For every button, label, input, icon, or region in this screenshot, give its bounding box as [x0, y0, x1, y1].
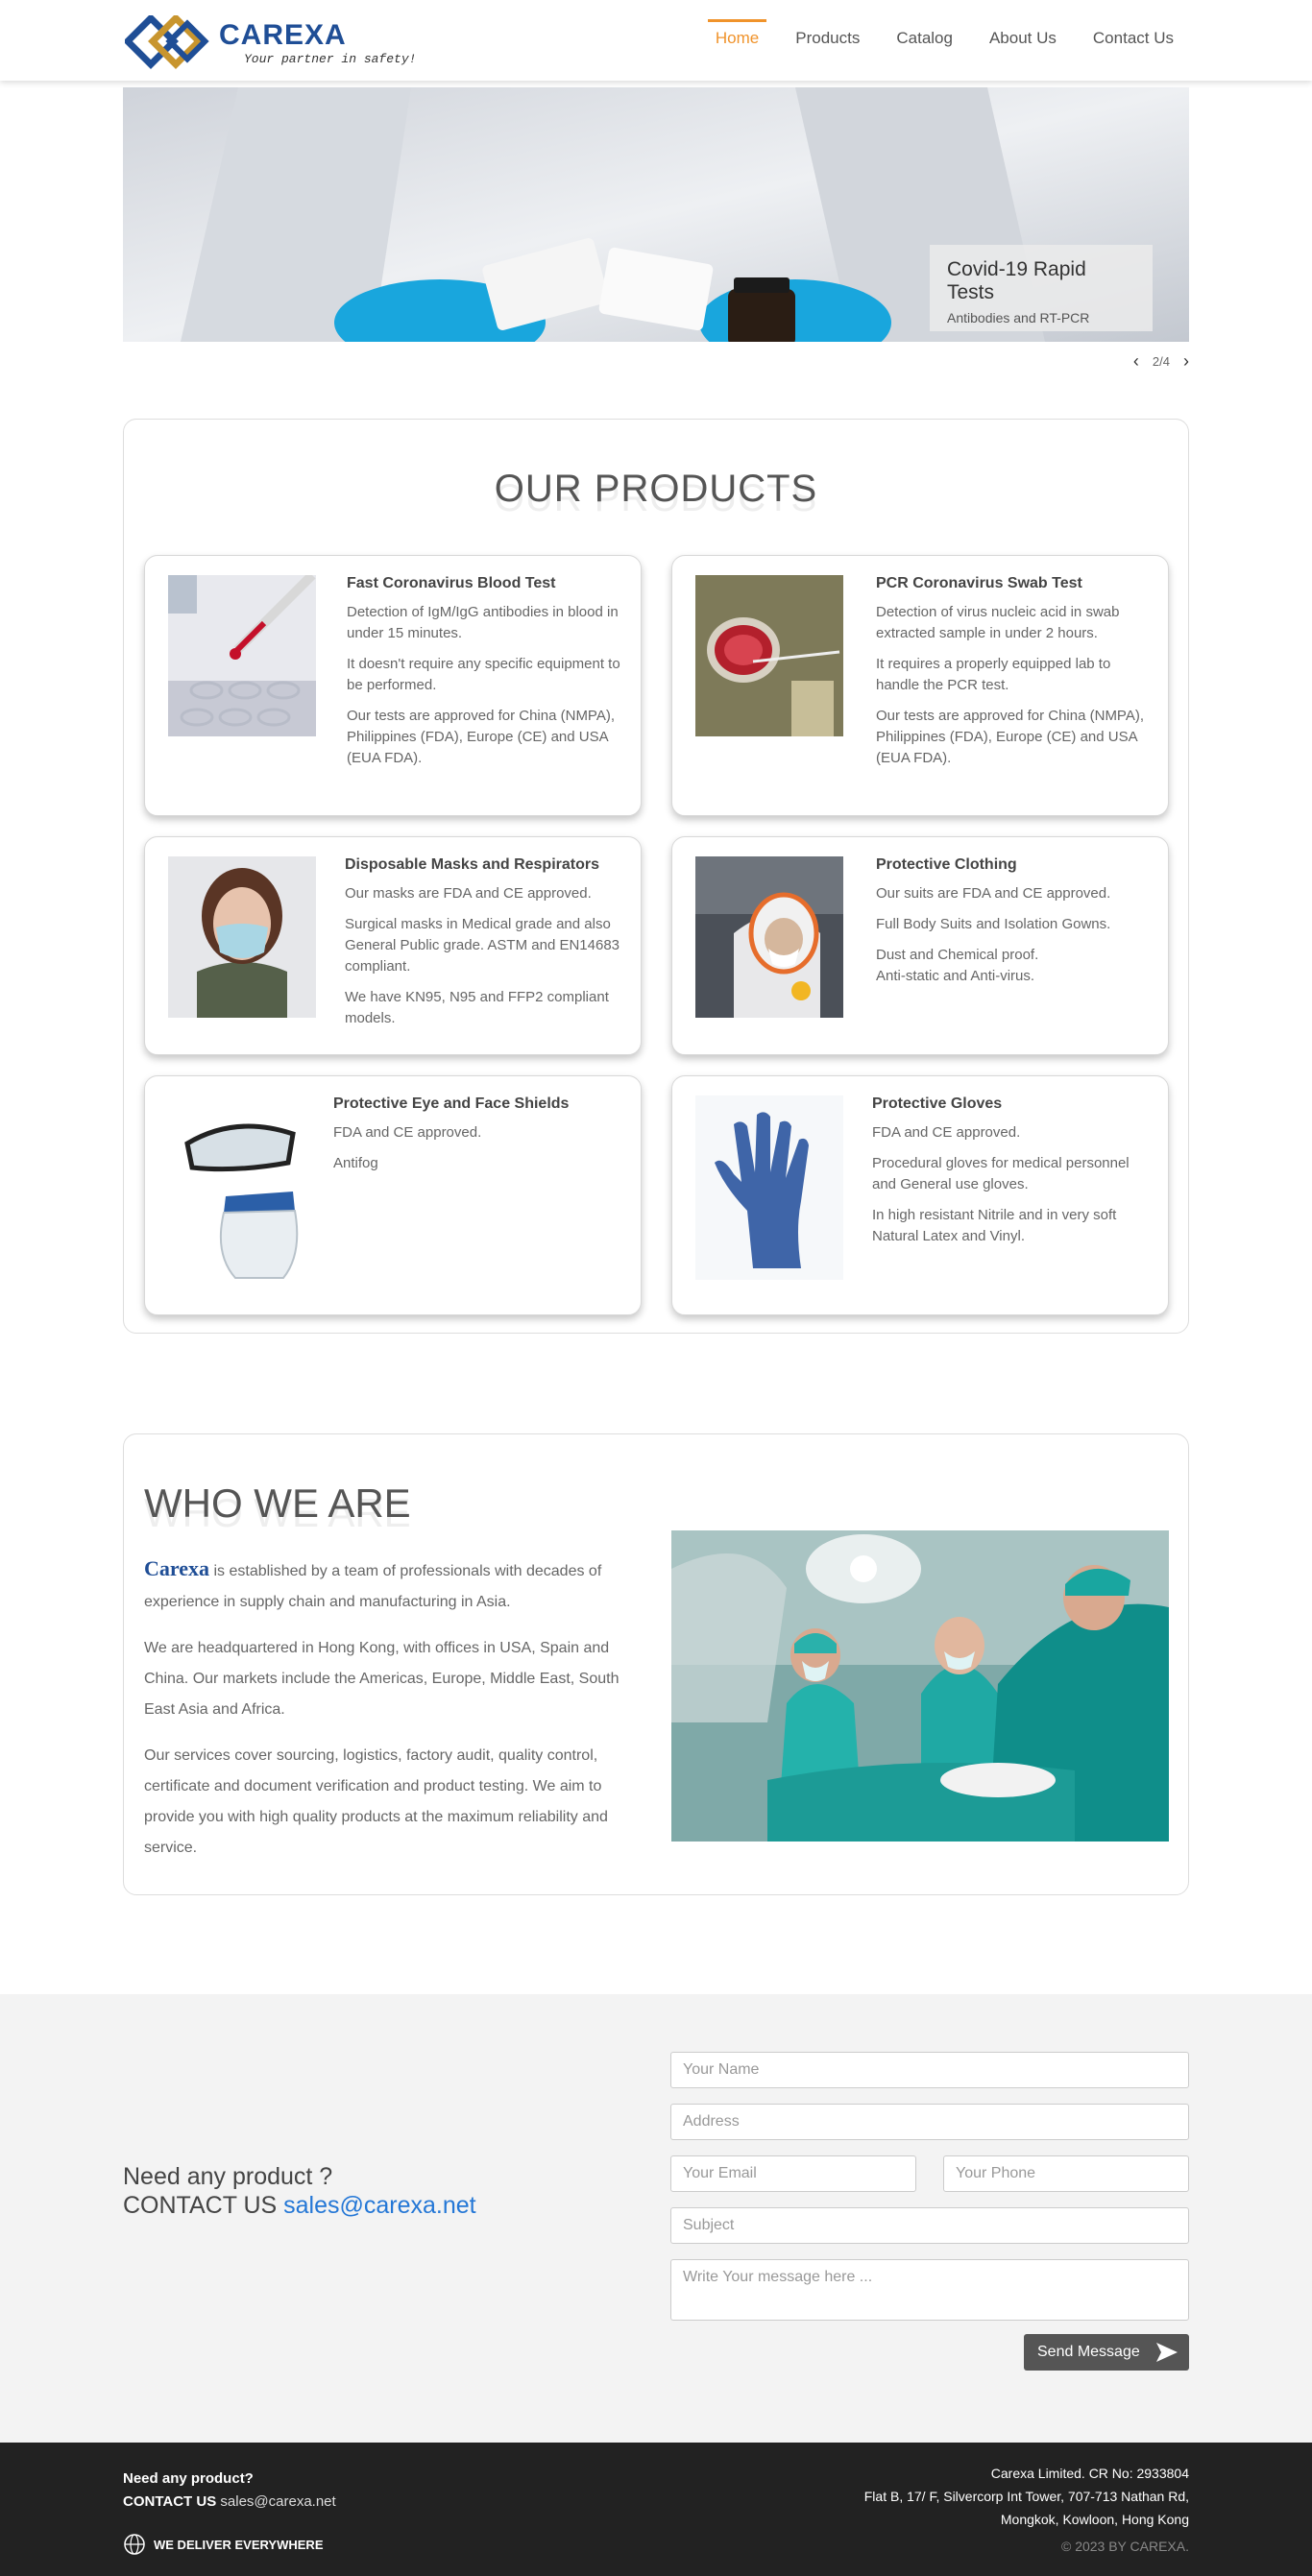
email-field[interactable]: Your Email: [670, 2155, 916, 2192]
footer-need: Need any product?: [123, 2470, 254, 2487]
product-card-blood-test[interactable]: Fast Coronavirus Blood Test Detection of…: [144, 555, 642, 816]
send-message-button[interactable]: Send Message: [1024, 2334, 1189, 2371]
logo-diamond-icon: [125, 15, 209, 69]
nav-products[interactable]: Products: [788, 19, 867, 58]
product-desc: Dust and Chemical proof.: [876, 947, 1039, 963]
product-desc: Detection of virus nucleic acid in swab …: [876, 604, 1120, 641]
send-arrow-icon: [1156, 2343, 1178, 2362]
glove-image: [695, 1095, 843, 1280]
contact-line-1: Need any product ?: [123, 2163, 333, 2190]
footer-address: Carexa Limited. CR No: 2933804 Flat B, 1…: [864, 2462, 1189, 2531]
who-paragraph-3: Our services cover sourcing, logistics, …: [144, 1747, 608, 1856]
site-header: CAREXA Your partner in safety! Home Prod…: [0, 0, 1312, 81]
footer-contact: Need any product? CONTACT US sales@carex…: [123, 2468, 336, 2514]
product-card-face-shields[interactable]: Protective Eye and Face Shields FDA and …: [144, 1075, 642, 1315]
brand-name: CAREXA: [219, 19, 347, 51]
nav-contact-us[interactable]: Contact Us: [1085, 19, 1181, 58]
mask-image: [168, 856, 316, 1018]
hero-caption: Covid-19 Rapid Tests Antibodies and RT-P…: [930, 245, 1153, 331]
footer-copyright: © 2023 BY CAREXA.: [1060, 2539, 1189, 2554]
brand-inline: Carexa: [144, 1556, 210, 1580]
product-card-masks[interactable]: Disposable Masks and Respirators Our mas…: [144, 836, 642, 1055]
footer-deliver: WE DELIVER EVERYWHERE: [123, 2533, 323, 2556]
product-desc: In high resistant Nitrile and in very so…: [872, 1207, 1117, 1244]
product-desc: FDA and CE approved.: [872, 1124, 1021, 1141]
product-title: Protective Gloves: [872, 1095, 1003, 1112]
products-title: OUR PRODUCTS: [494, 468, 818, 510]
product-card-pcr-test[interactable]: PCR Coronavirus Swab Test Detection of v…: [671, 555, 1169, 816]
product-desc: It doesn't require any specific equipmen…: [347, 656, 620, 693]
hero-caption-subtitle: Antibodies and RT-PCR: [947, 310, 1090, 325]
product-card-gloves[interactable]: Protective Gloves FDA and CE approved. P…: [671, 1075, 1169, 1315]
who-paragraph-1: Carexa is established by a team of profe…: [144, 1556, 602, 1610]
who-title: WHO WE ARE: [144, 1481, 411, 1526]
who-we-are-section: WHO WE ARE WHO WE ARE Carexa is establis…: [123, 1433, 1189, 1895]
address-field[interactable]: Address: [670, 2104, 1189, 2140]
footer-company: Carexa Limited. CR No: 2933804: [990, 2466, 1189, 2481]
footer-address-line-2: Mongkok, Kowloon, Hong Kong: [1000, 2512, 1189, 2527]
contact-cta: Need any product ? CONTACT US sales@care…: [123, 2162, 476, 2220]
product-desc: Our suits are FDA and CE approved.: [876, 885, 1111, 902]
brand-tagline: Your partner in safety!: [244, 52, 417, 66]
product-desc: It requires a properly equipped lab to h…: [876, 656, 1111, 693]
product-desc: Our tests are approved for China (NMPA),…: [347, 708, 615, 766]
phone-field[interactable]: Your Phone: [943, 2155, 1189, 2192]
footer-deliver-text: WE DELIVER EVERYWHERE: [154, 2537, 324, 2552]
hero-caption-title: Covid-19 Rapid Tests: [947, 258, 1086, 303]
footer-email-link[interactable]: sales@carexa.net: [220, 2493, 335, 2510]
hero-slider[interactable]: Covid-19 Rapid Tests Antibodies and RT-P…: [123, 87, 1189, 342]
slider-controls: ‹ 2/4 ›: [1133, 351, 1189, 372]
message-textarea[interactable]: Write Your message here ...: [670, 2259, 1189, 2321]
product-title: Fast Coronavirus Blood Test: [347, 575, 556, 591]
surgery-image: [671, 1530, 1169, 1842]
chevron-left-icon[interactable]: ‹: [1133, 351, 1139, 372]
product-desc: We have KN95, N95 and FFP2 compliant mod…: [345, 989, 609, 1026]
footer-address-line-1: Flat B, 17/ F, Silvercorp Int Tower, 707…: [863, 2489, 1189, 2504]
product-desc: Procedural gloves for medical personnel …: [872, 1155, 1130, 1192]
product-desc: Full Body Suits and Isolation Gowns.: [876, 916, 1111, 932]
subject-field[interactable]: Subject: [670, 2207, 1189, 2244]
who-paragraph-2: We are headquartered in Hong Kong, with …: [144, 1640, 620, 1718]
product-desc: Our masks are FDA and CE approved.: [345, 885, 592, 902]
contact-section: Need any product ? CONTACT US sales@care…: [0, 1994, 1312, 2443]
name-field[interactable]: Your Name: [670, 2052, 1189, 2088]
chevron-right-icon[interactable]: ›: [1183, 351, 1189, 372]
product-desc: Surgical masks in Medical grade and also…: [345, 916, 620, 975]
product-desc: Detection of IgM/IgG antibodies in blood…: [347, 604, 619, 641]
product-title: PCR Coronavirus Swab Test: [876, 575, 1082, 591]
product-desc: FDA and CE approved.: [333, 1124, 482, 1141]
logo[interactable]: CAREXA Your partner in safety!: [125, 13, 442, 69]
product-desc: Anti-static and Anti-virus.: [876, 968, 1035, 984]
nav-home[interactable]: Home: [707, 19, 767, 58]
nav-catalog[interactable]: Catalog: [888, 19, 960, 58]
pcr-test-image: [695, 575, 843, 736]
contact-line-2: CONTACT US sales@carexa.net: [123, 2192, 476, 2219]
contact-email-link[interactable]: sales@carexa.net: [283, 2192, 475, 2219]
product-card-clothing[interactable]: Protective Clothing Our suits are FDA an…: [671, 836, 1169, 1055]
send-message-label: Send Message: [1037, 2344, 1140, 2360]
product-desc: Our tests are approved for China (NMPA),…: [876, 708, 1144, 766]
globe-icon: [124, 2534, 145, 2555]
products-section: OUR PRODUCTS OUR PRODUCTS Fast Coronavir…: [123, 419, 1189, 1334]
footer-contact-line: CONTACT US sales@carexa.net: [123, 2493, 336, 2510]
nav-about-us[interactable]: About Us: [982, 19, 1064, 58]
clothing-image: [695, 856, 843, 1018]
product-title: Protective Eye and Face Shields: [333, 1095, 570, 1112]
site-footer: Need any product? CONTACT US sales@carex…: [0, 2443, 1312, 2576]
blood-test-image: [168, 575, 316, 736]
product-desc: Antifog: [333, 1155, 378, 1171]
product-title: Protective Clothing: [876, 856, 1017, 873]
product-title: Disposable Masks and Respirators: [345, 856, 599, 873]
main-nav: Home Products Catalog About Us Contact U…: [707, 19, 1181, 58]
face-shield-image: [168, 1095, 316, 1280]
slide-counter: 2/4: [1152, 354, 1170, 369]
